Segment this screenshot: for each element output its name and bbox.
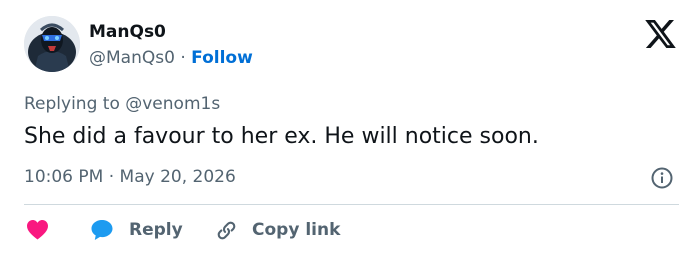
heart-icon[interactable] [26,219,49,240]
tweet-timestamp[interactable]: 10:06 PM · May 20, 2026 [24,167,236,187]
info-icon[interactable] [651,167,673,189]
handle-separator: · [180,48,186,68]
copy-link-label: Copy link [252,220,341,240]
copy-link-button[interactable]: Copy link [215,216,340,244]
reply-label: Reply [129,220,183,240]
link-chain-icon [217,221,236,239]
replying-to: Replying to @venom1s [24,94,221,114]
author-display-name[interactable]: ManQs0 [89,22,166,42]
follow-button[interactable]: Follow [191,48,253,68]
avatar[interactable] [24,16,80,72]
divider [24,204,679,205]
author-handle-line: @ManQs0 · Follow [89,48,253,68]
masked-figure-avatar-icon [24,16,80,72]
reply-button[interactable]: Reply [90,216,183,244]
x-logo-icon[interactable] [645,20,676,48]
author-handle[interactable]: @ManQs0 [89,48,175,68]
tweet-text: She did a favour to her ex. He will noti… [24,124,539,149]
reply-bubble-icon [91,220,113,240]
